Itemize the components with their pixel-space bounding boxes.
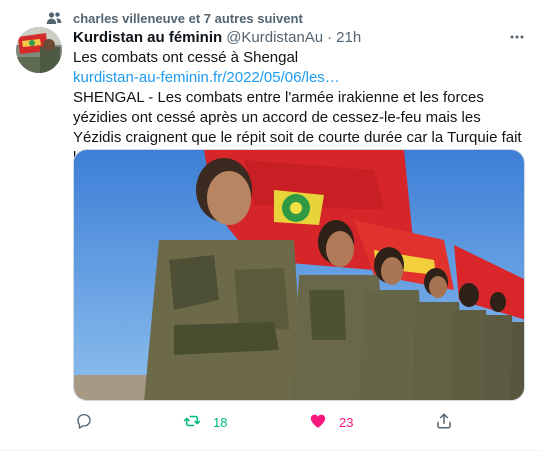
user-handle[interactable]: @KurdistanAu <box>226 29 323 46</box>
retweet-icon <box>183 412 201 433</box>
more-icon[interactable] <box>509 29 525 45</box>
timestamp[interactable]: 21h <box>336 29 361 46</box>
avatar[interactable] <box>16 27 62 73</box>
display-name[interactable]: Kurdistan au féminin <box>73 29 222 46</box>
share-button[interactable] <box>435 412 453 433</box>
share-icon <box>435 412 453 433</box>
separator-dot: · <box>327 28 333 46</box>
social-context-text[interactable]: charles villeneuve et 7 autres suivent <box>73 11 303 26</box>
users-icon <box>46 10 62 26</box>
tweet-headline: Les combats ont cessé à Shengal <box>73 49 299 66</box>
tweet-header: Kurdistan au féminin @KurdistanAu · 21h <box>73 27 527 47</box>
reply-button[interactable] <box>75 412 93 433</box>
social-context: charles villeneuve et 7 autres suivent <box>46 9 303 27</box>
retweet-count: 18 <box>213 414 228 430</box>
tweet-media-photo[interactable] <box>73 149 525 401</box>
heart-icon <box>309 412 327 433</box>
tweet-card[interactable]: charles villeneuve et 7 autres suivent K… <box>0 0 541 451</box>
article-link[interactable]: kurdistan-au-feminin.fr/2022/05/06/les… <box>73 69 340 86</box>
tweet-actions: 18 23 <box>73 412 525 432</box>
like-count: 23 <box>339 414 354 430</box>
like-button[interactable]: 23 <box>309 412 353 433</box>
retweet-button[interactable]: 18 <box>183 412 227 433</box>
reply-icon <box>75 412 93 433</box>
